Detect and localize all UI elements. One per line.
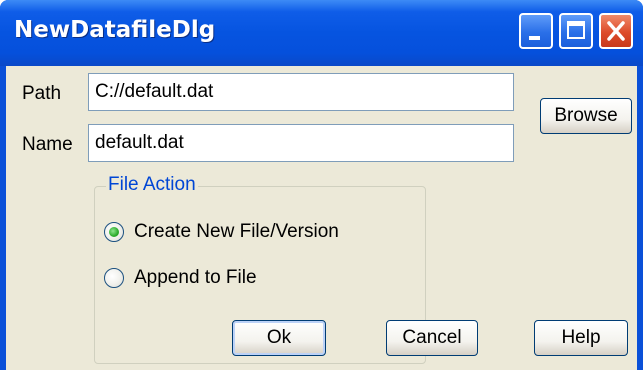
- help-button[interactable]: Help: [534, 320, 628, 356]
- file-action-legend: File Action: [106, 174, 198, 196]
- dialog-body: Path C://default.dat Name default.dat Br…: [6, 66, 637, 370]
- name-field[interactable]: default.dat: [88, 124, 514, 162]
- maximize-icon: [567, 21, 585, 39]
- close-button[interactable]: [599, 13, 633, 49]
- dialog-window: NewDatafileDlg Path C://default.dat Name…: [0, 0, 643, 370]
- minimize-button[interactable]: [519, 13, 553, 49]
- radio-append[interactable]: [104, 268, 124, 288]
- maximize-button[interactable]: [559, 13, 593, 49]
- name-label: Name: [22, 134, 73, 155]
- radio-create-new[interactable]: [104, 222, 124, 242]
- radio-selected-dot: [109, 227, 119, 237]
- minimize-icon: [529, 36, 540, 40]
- title-bar[interactable]: NewDatafileDlg: [0, 0, 643, 66]
- path-label: Path: [22, 83, 62, 104]
- browse-button[interactable]: Browse: [540, 98, 632, 134]
- window-title: NewDatafileDlg: [14, 17, 216, 43]
- ok-button[interactable]: Ok: [232, 320, 326, 356]
- close-icon: [607, 21, 625, 41]
- radio-append-label[interactable]: Append to File: [134, 267, 257, 289]
- cancel-button[interactable]: Cancel: [386, 320, 478, 356]
- radio-create-new-label[interactable]: Create New File/Version: [134, 221, 339, 243]
- path-field[interactable]: C://default.dat: [88, 73, 514, 111]
